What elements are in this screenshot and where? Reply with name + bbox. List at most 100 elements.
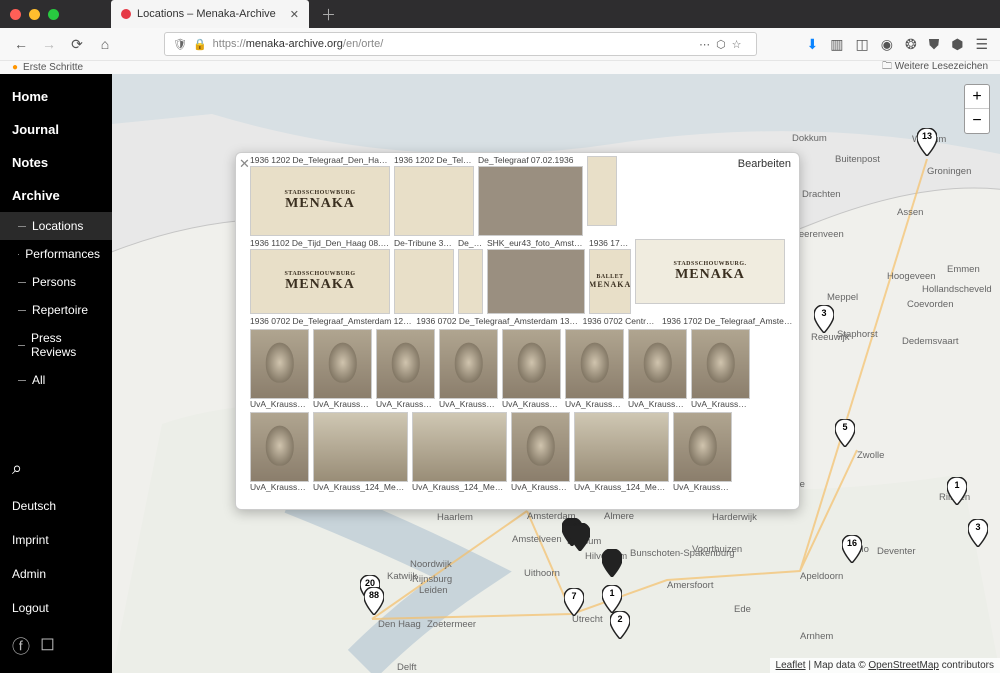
thumbnail[interactable]: UvA_Krauss_12… (439, 329, 498, 410)
thumbnail[interactable]: UvA_Krauss_12… (628, 329, 687, 410)
bottom-deutsch[interactable]: Deutsch (0, 489, 112, 523)
ext1-icon[interactable]: ❂ (905, 36, 917, 53)
instagram-icon[interactable]: ◻ (40, 633, 55, 659)
thumbnail[interactable]: UvA_Krauss_12… (250, 412, 309, 493)
account-icon[interactable]: ◉ (881, 36, 893, 53)
sub-persons[interactable]: Persons (0, 268, 112, 296)
thumbnail[interactable]: UvA_Krauss_12… (250, 329, 309, 410)
map-marker[interactable]: 1 (947, 477, 967, 508)
map-marker[interactable] (602, 549, 622, 580)
thumbnail[interactable]: De_Telegraaf 07.02.1936 (478, 155, 583, 236)
ext2-icon[interactable]: ⛊ (929, 36, 940, 53)
minimize-window-icon[interactable] (29, 9, 40, 20)
thumb-image[interactable]: STADSSCHOUWBURGMENAKA (250, 249, 390, 314)
nav-archive[interactable]: Archive (0, 179, 112, 212)
thumbnail[interactable]: SHK_eur43_foto_Amsterdam (487, 238, 585, 314)
sub-locations[interactable]: Locations (0, 212, 112, 240)
library-icon[interactable]: ▥ (830, 36, 843, 53)
map-marker[interactable] (570, 523, 590, 554)
browser-tab[interactable]: Locations – Menaka-Archive ✕ (111, 0, 309, 28)
thumb-image[interactable] (412, 412, 507, 482)
thumb-image[interactable] (691, 329, 750, 399)
thumb-image[interactable] (394, 249, 454, 314)
thumbnail[interactable]: UvA_Krauss_12… (313, 329, 372, 410)
thumbnail[interactable]: STADSSCHOUWBURG.MENAKA (635, 238, 785, 314)
thumb-image[interactable] (478, 166, 583, 236)
bottom-logout[interactable]: Logout (0, 591, 112, 625)
thumb-image[interactable] (511, 412, 570, 482)
thumb-image[interactable] (458, 249, 483, 314)
thumb-image[interactable]: STADSSCHOUWBURGMENAKA (250, 166, 390, 236)
thumbnail[interactable]: UvA_Krauss_12… (502, 329, 561, 410)
thumb-image[interactable]: BALLETMENAKA (589, 249, 631, 314)
back-button[interactable]: ← (12, 36, 30, 52)
thumb-image[interactable] (574, 412, 669, 482)
thumbnail[interactable]: 1936 1102 De_Tijd_Den_Haag 08.02.1936STA… (250, 238, 390, 314)
tab-close-icon[interactable]: ✕ (290, 8, 299, 21)
sidebar-icon[interactable]: ◫ (856, 36, 869, 53)
thumb-image[interactable] (565, 329, 624, 399)
nav-home[interactable]: Home (0, 80, 112, 113)
address-bar[interactable]: 🛡 🔒 https://menaka-archive.org/en/orte/ … (164, 32, 757, 56)
thumbnail[interactable]: UvA_Krauss_12… (511, 412, 570, 493)
zoom-in-button[interactable]: + (965, 85, 989, 109)
thumbnail[interactable]: UvA_Krauss_12… (376, 329, 435, 410)
thumbnail[interactable]: UvA_Krauss_12… (673, 412, 732, 493)
nav-notes[interactable]: Notes (0, 146, 112, 179)
bottom-imprint[interactable]: Imprint (0, 523, 112, 557)
bottom-admin[interactable]: Admin (0, 557, 112, 591)
thumb-image[interactable] (673, 412, 732, 482)
bookmark-star-icon[interactable]: ☆ (732, 38, 742, 51)
sub-repertoire[interactable]: Repertoire (0, 296, 112, 324)
thumbnail[interactable]: UvA_Krauss_124_Menaka11 (412, 412, 507, 493)
facebook-icon[interactable]: ⓕ (12, 633, 30, 659)
home-button[interactable]: ⌂ (96, 36, 114, 52)
map-marker[interactable]: 3 (968, 519, 988, 550)
thumbnail[interactable]: 1936 1202 De_Telegraaf_Den_Haag 08.02.19… (250, 155, 390, 236)
map-viewport[interactable]: GroningenDokkumWinsumLeeuwardenDrachtenA… (112, 74, 1000, 673)
close-window-icon[interactable] (10, 9, 21, 20)
thumb-image[interactable] (587, 156, 617, 226)
sub-press-reviews[interactable]: Press Reviews (0, 324, 112, 366)
thumbnail[interactable]: UvA_Krauss_12… (691, 329, 750, 410)
popup-edit-link[interactable]: Bearbeiten (738, 158, 791, 170)
thumbnail[interactable]: UvA_Krauss_124_Menaka10 (313, 412, 408, 493)
thumb-image[interactable] (313, 329, 372, 399)
map-marker[interactable]: 16 (842, 535, 862, 566)
thumbnail[interactable]: 1936 170…BALLETMENAKA (589, 238, 631, 314)
map-marker[interactable]: 88 (364, 587, 384, 618)
map-marker[interactable]: 2 (610, 611, 630, 642)
thumbnail[interactable] (587, 155, 617, 236)
thumb-image[interactable] (394, 166, 474, 236)
thumb-image[interactable] (439, 329, 498, 399)
osm-link[interactable]: OpenStreetMap (868, 660, 939, 671)
search-icon[interactable]: ⌕ (0, 448, 112, 489)
thumb-image[interactable]: STADSSCHOUWBURG.MENAKA (635, 239, 785, 304)
more-icon[interactable]: ⋯ (699, 38, 710, 51)
zoom-out-button[interactable]: − (965, 109, 989, 133)
thumbnail[interactable]: De_T… (458, 238, 483, 314)
thumb-image[interactable] (487, 249, 585, 314)
reload-button[interactable]: ⟳ (68, 36, 86, 53)
thumb-image[interactable] (313, 412, 408, 482)
map-marker[interactable]: 3 (814, 305, 834, 336)
sub-performances[interactable]: Performances (0, 240, 112, 268)
bookmark-erste-schritte[interactable]: Erste Schritte (23, 62, 83, 73)
thumb-image[interactable] (250, 412, 309, 482)
maximize-window-icon[interactable] (48, 9, 59, 20)
menu-icon[interactable]: ☰ (975, 36, 988, 53)
thumb-image[interactable] (502, 329, 561, 399)
nav-journal[interactable]: Journal (0, 113, 112, 146)
thumb-image[interactable] (628, 329, 687, 399)
download-icon[interactable]: ⬇ (807, 36, 819, 53)
map-marker[interactable]: 13 (917, 128, 937, 159)
thumbnail[interactable]: UvA_Krauss_12… (565, 329, 624, 410)
window-controls[interactable] (10, 9, 59, 20)
new-tab-button[interactable]: ＋ (321, 4, 336, 25)
thumb-image[interactable] (376, 329, 435, 399)
ext3-icon[interactable]: ⬢ (951, 36, 963, 53)
thumb-image[interactable] (250, 329, 309, 399)
map-marker[interactable]: 7 (564, 588, 584, 619)
sub-all[interactable]: All (0, 366, 112, 394)
thumbnail[interactable]: 1936 1202 De_Telegraaf… (394, 155, 474, 236)
